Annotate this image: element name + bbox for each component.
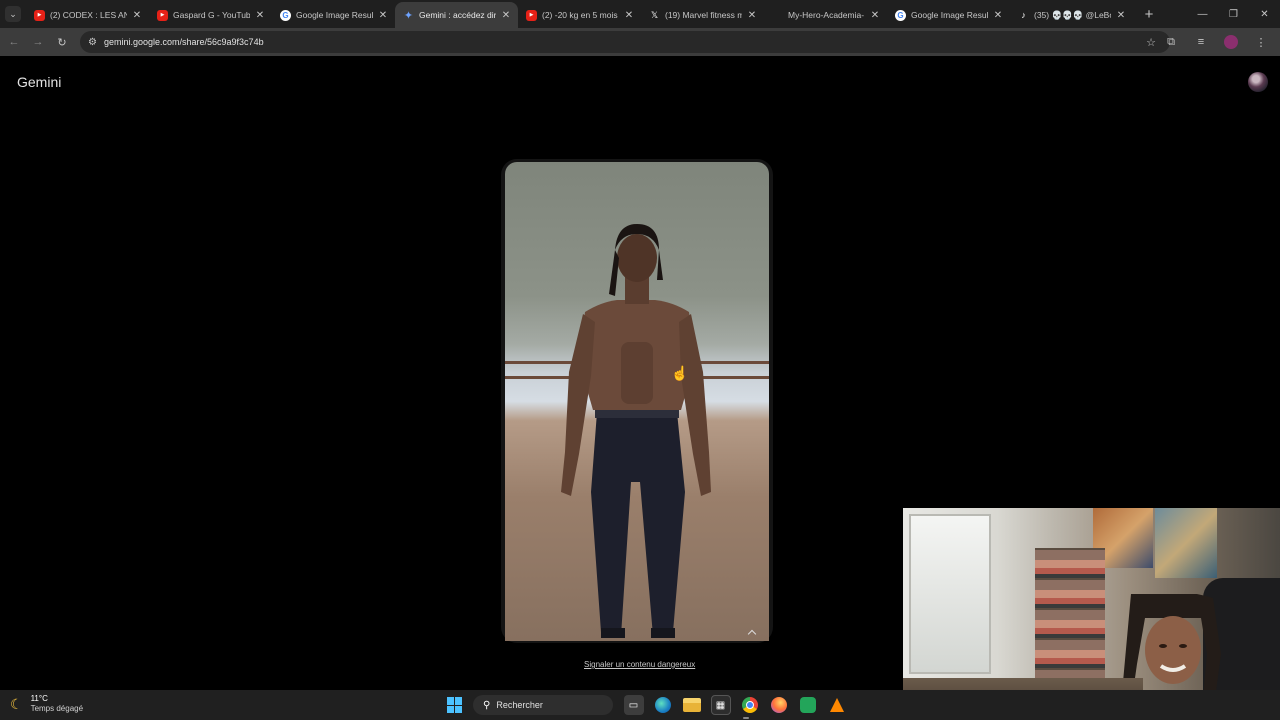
webcam-overlay [903, 508, 1280, 720]
tab-strip: ⌄ ▶ (2) CODEX : LES ANIM ✕ ▶ Gaspard G - Yo… [0, 0, 1280, 28]
webcam-poster [1155, 508, 1217, 578]
hand-cursor-icon: ☝ [671, 365, 689, 381]
close-icon[interactable]: ✕ [992, 10, 1004, 21]
reload-button[interactable]: ↻ [50, 30, 74, 54]
person-figure [561, 224, 711, 638]
restore-icon[interactable]: ❐ [1218, 0, 1249, 28]
youtube-icon: ▶ [157, 9, 168, 21]
tab-title: Google Image Result [296, 10, 373, 20]
tab-title: My-Hero-Academia- [788, 10, 865, 20]
tab-title: Google Image Result [911, 10, 988, 20]
forward-button[interactable]: → [26, 30, 50, 54]
webcam-window [909, 514, 991, 674]
google-icon: G [895, 9, 906, 21]
store-app-icon[interactable]: ▦ [710, 695, 731, 715]
chrome-running-indicator [743, 717, 749, 719]
tab-title: Gaspard G - YouTube [173, 10, 250, 20]
back-button[interactable]: ← [2, 30, 26, 54]
windows-taskbar: ☾ 11°C Temps dégagé ⚲ Rechercher ▭ ▦ [0, 690, 1280, 720]
edge-browser-app[interactable] [653, 695, 673, 715]
close-icon[interactable]: ✕ [623, 10, 635, 21]
tab-title: (2) CODEX : LES ANIM [50, 10, 127, 20]
start-button[interactable] [445, 695, 465, 715]
browser-tab[interactable]: ▶ (2) -20 kg en 5 mois ✕ [518, 2, 641, 28]
toolbar-actions: ⧉ ≡ ⋮ [1156, 28, 1276, 56]
address-bar[interactable]: ⚙ gemini.google.com/share/56c9a9f3c74b ☆ [80, 31, 1170, 53]
taskbar-apps: ⚲ Rechercher ▭ ▦ [440, 695, 851, 715]
tab-title: Gemini : accédez dir [419, 10, 496, 20]
tiktok-icon: ♪ [1021, 10, 1026, 20]
tab-title: (2) -20 kg en 5 mois [542, 10, 618, 20]
address-url: gemini.google.com/share/56c9a9f3c74b [103, 37, 264, 47]
taskbar-search[interactable]: ⚲ Rechercher [473, 695, 613, 715]
screen: ⌄ ▶ (2) CODEX : LES ANIM ✕ ▶ Gaspard G - Yo… [0, 0, 1280, 720]
vlc-cone-icon [829, 698, 844, 712]
youtube-icon: ▶ [34, 9, 45, 21]
search-icon: ⚲ [483, 699, 491, 711]
report-dangerous-content-link[interactable]: Signaler un contenu dangereux [584, 660, 695, 669]
profile-avatar-icon[interactable] [1224, 35, 1238, 49]
chrome-icon [741, 697, 758, 713]
gemini-logo[interactable]: Gemini [17, 74, 61, 90]
edge-icon [654, 697, 671, 713]
gemini-icon: ✦ [403, 9, 414, 22]
tab-title: (19) Marvel fitness m [665, 10, 742, 20]
windows-logo-icon [446, 697, 463, 713]
x-icon: 𝕏 [650, 9, 659, 20]
browser-tab[interactable]: G Google Image Result ✕ [272, 2, 395, 28]
close-icon[interactable]: ✕ [869, 10, 881, 21]
browser-tab[interactable]: My-Hero-Academia- ✕ [764, 2, 887, 28]
firefox-app[interactable] [769, 695, 789, 715]
youtube-icon: ▶ [526, 9, 537, 21]
discord-app[interactable] [798, 695, 818, 715]
task-view-icon[interactable]: ▭ [623, 695, 644, 715]
bookmark-star-icon[interactable]: ☆ [1146, 36, 1156, 49]
chevron-down-icon: ⌄ [5, 6, 21, 22]
taskbar-search-label: Rechercher [496, 700, 543, 710]
site-info-icon[interactable]: ⚙ [88, 37, 97, 48]
close-icon[interactable]: ✕ [131, 10, 143, 21]
close-window-icon[interactable]: ✕ [1249, 0, 1280, 28]
browser-tab[interactable]: G Google Image Result ✕ [887, 2, 1010, 28]
media-controls-icon[interactable]: ≡ [1186, 28, 1216, 56]
folder-icon [682, 698, 701, 712]
shared-video[interactable] [505, 162, 769, 641]
tab-search-button[interactable]: ⌄ [0, 0, 26, 28]
new-tab-button[interactable]: + [1137, 6, 1161, 23]
google-icon: G [280, 9, 291, 21]
chrome-app[interactable] [740, 695, 760, 715]
discord-icon [799, 697, 816, 713]
browser-tab[interactable]: ▶ Gaspard G - YouTube ✕ [149, 2, 272, 28]
window-controls: — ❐ ✕ [1187, 0, 1280, 28]
weather-text: 11°C Temps dégagé [31, 694, 83, 714]
moon-icon: ☾ [10, 695, 23, 712]
close-icon[interactable]: ✕ [1115, 10, 1127, 21]
close-icon[interactable]: ✕ [377, 10, 389, 21]
browser-toolbar: ← → ↻ ⚙ gemini.google.com/share/56c9a9f3… [0, 28, 1280, 56]
close-icon[interactable]: ✕ [500, 10, 512, 21]
tab-title: (35) 💀💀💀 @LeBo [1034, 9, 1111, 20]
close-icon[interactable]: ✕ [254, 10, 266, 21]
vlc-app[interactable] [827, 695, 847, 715]
browser-tab[interactable]: ♪ (35) 💀💀💀 @LeBo ✕ [1010, 2, 1133, 28]
browser-tab[interactable]: 𝕏 (19) Marvel fitness m ✕ [641, 2, 764, 28]
firefox-icon [770, 697, 787, 713]
weather-widget[interactable]: ☾ 11°C Temps dégagé [10, 694, 83, 714]
tab-list: ▶ (2) CODEX : LES ANIM ✕ ▶ Gaspard G - YouT… [26, 0, 1133, 28]
file-explorer-app[interactable] [682, 695, 702, 715]
weather-temperature: 11°C [30, 694, 48, 703]
blank-favicon-icon [772, 10, 783, 21]
browser-tab[interactable]: ▶ (2) CODEX : LES ANIM ✕ [26, 2, 149, 28]
extensions-icon[interactable]: ⧉ [1156, 28, 1186, 56]
minimize-icon[interactable]: — [1187, 0, 1218, 28]
menu-kebab-icon[interactable]: ⋮ [1246, 28, 1276, 56]
account-avatar[interactable] [1248, 72, 1268, 92]
weather-condition: Temps dégagé [30, 704, 84, 713]
browser-tab-active[interactable]: ✦ Gemini : accédez dir ✕ [395, 2, 518, 28]
close-icon[interactable]: ✕ [746, 10, 758, 21]
